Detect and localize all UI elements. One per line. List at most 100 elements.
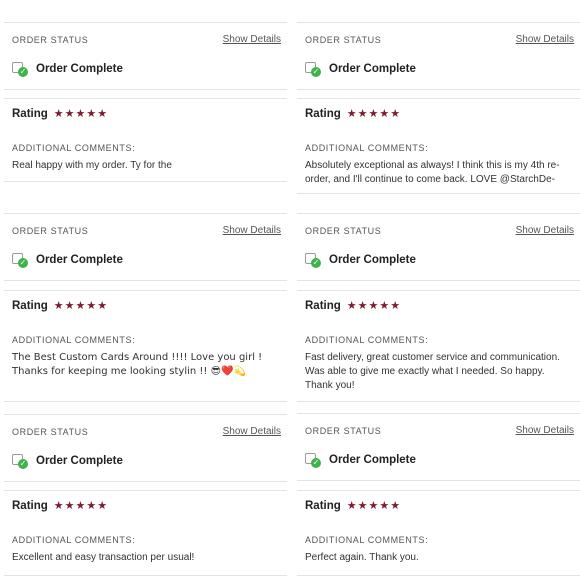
order-status-card: ORDER STATUS Show Details ✓ Order Comple… — [297, 22, 580, 90]
star-icon: ★ — [390, 499, 401, 512]
show-details-link[interactable]: Show Details — [516, 225, 574, 236]
star-icon: ★ — [97, 499, 108, 512]
star-rating: ★ ★ ★ ★ ★ — [53, 499, 108, 512]
show-details-link[interactable]: Show Details — [223, 34, 281, 45]
order-status-card: ORDER STATUS Show Details ✓ Order Comple… — [4, 414, 287, 482]
rating-row: Rating ★ ★ ★ ★ ★ — [305, 108, 401, 120]
order-status-text: Order Complete — [36, 63, 123, 75]
star-icon: ★ — [379, 107, 390, 120]
order-complete-check-icon: ✓ — [305, 61, 321, 77]
star-icon: ★ — [53, 499, 64, 512]
star-icon: ★ — [346, 299, 357, 312]
order-status-card: ORDER STATUS Show Details ✓ Order Comple… — [4, 213, 287, 281]
star-icon: ★ — [53, 107, 64, 120]
show-details-link[interactable]: Show Details — [516, 34, 574, 45]
right-column: ORDER STATUS Show Details ✓ Order Comple… — [297, 0, 580, 580]
star-icon: ★ — [64, 299, 75, 312]
order-status-label: ORDER STATUS — [305, 226, 382, 236]
rating-row: Rating ★ ★ ★ ★ ★ — [12, 300, 108, 312]
star-icon: ★ — [357, 107, 368, 120]
star-icon: ★ — [64, 499, 75, 512]
rating-row: Rating ★ ★ ★ ★ ★ — [305, 500, 401, 512]
rating-label: Rating — [305, 500, 341, 512]
rating-card: Rating ★ ★ ★ ★ ★ ADDITIONAL COMMENTS: The Be… — [4, 290, 287, 402]
star-icon: ★ — [368, 107, 379, 120]
order-status-label: ORDER STATUS — [12, 226, 89, 236]
star-icon: ★ — [346, 499, 357, 512]
order-status-card: ORDER STATUS Show Details ✓ Order Comple… — [297, 213, 580, 281]
star-icon: ★ — [86, 499, 97, 512]
order-status-label: ORDER STATUS — [12, 35, 89, 45]
comment-text: Absolutely exceptional as always! I thin… — [305, 160, 560, 185]
star-icon: ★ — [379, 299, 390, 312]
order-complete-check-icon: ✓ — [12, 453, 28, 469]
order-status-row: ✓ Order Complete — [12, 252, 123, 268]
star-icon: ★ — [86, 107, 97, 120]
star-rating: ★ ★ ★ ★ ★ — [346, 499, 401, 512]
star-icon: ★ — [390, 299, 401, 312]
order-complete-check-icon: ✓ — [305, 252, 321, 268]
star-rating: ★ ★ ★ ★ ★ — [346, 107, 401, 120]
rating-row: Rating ★ ★ ★ ★ ★ — [12, 108, 108, 120]
star-rating: ★ ★ ★ ★ ★ — [53, 107, 108, 120]
comment-text: Excellent and easy transaction per usual… — [12, 552, 195, 563]
star-icon: ★ — [97, 107, 108, 120]
star-rating: ★ ★ ★ ★ ★ — [346, 299, 401, 312]
rating-label: Rating — [305, 108, 341, 120]
show-details-link[interactable]: Show Details — [223, 426, 281, 437]
order-status-row: ✓ Order Complete — [12, 61, 123, 77]
rating-card: Rating ★ ★ ★ ★ ★ ADDITIONAL COMMENTS: Excell… — [4, 490, 287, 576]
order-complete-check-icon: ✓ — [12, 252, 28, 268]
order-status-row: ✓ Order Complete — [305, 252, 416, 268]
additional-comments-label: ADDITIONAL COMMENTS: — [12, 335, 136, 345]
rating-row: Rating ★ ★ ★ ★ ★ — [12, 500, 108, 512]
star-icon: ★ — [368, 299, 379, 312]
rating-row: Rating ★ ★ ★ ★ ★ — [305, 300, 401, 312]
order-status-label: ORDER STATUS — [305, 35, 382, 45]
order-status-row: ✓ Order Complete — [305, 61, 416, 77]
order-status-text: Order Complete — [36, 455, 123, 467]
star-icon: ★ — [86, 299, 97, 312]
order-complete-check-icon: ✓ — [305, 452, 321, 468]
additional-comments-label: ADDITIONAL COMMENTS: — [12, 143, 136, 153]
additional-comments-label: ADDITIONAL COMMENTS: — [305, 535, 429, 545]
rating-card: Rating ★ ★ ★ ★ ★ ADDITIONAL COMMENTS: Absolu… — [297, 98, 580, 194]
rating-label: Rating — [12, 300, 48, 312]
rating-card: Rating ★ ★ ★ ★ ★ ADDITIONAL COMMENTS: Fast d… — [297, 290, 580, 402]
order-status-text: Order Complete — [329, 63, 416, 75]
order-status-row: ✓ Order Complete — [12, 453, 123, 469]
additional-comments-label: ADDITIONAL COMMENTS: — [305, 335, 429, 345]
star-icon: ★ — [75, 107, 86, 120]
rating-label: Rating — [305, 300, 341, 312]
rating-label: Rating — [12, 108, 48, 120]
left-column: ORDER STATUS Show Details ✓ Order Comple… — [4, 0, 287, 580]
comment-text: Perfect again. Thank you. — [305, 552, 419, 563]
show-details-link[interactable]: Show Details — [516, 425, 574, 436]
order-status-text: Order Complete — [329, 454, 416, 466]
star-icon: ★ — [97, 299, 108, 312]
star-icon: ★ — [64, 107, 75, 120]
order-status-label: ORDER STATUS — [12, 427, 89, 437]
order-status-text: Order Complete — [36, 254, 123, 266]
order-status-label: ORDER STATUS — [305, 426, 382, 436]
star-rating: ★ ★ ★ ★ ★ — [53, 299, 108, 312]
order-complete-check-icon: ✓ — [12, 61, 28, 77]
rating-label: Rating — [12, 500, 48, 512]
star-icon: ★ — [346, 107, 357, 120]
rating-card: Rating ★ ★ ★ ★ ★ ADDITIONAL COMMENTS: Real h… — [4, 98, 287, 182]
star-icon: ★ — [357, 299, 368, 312]
order-status-text: Order Complete — [329, 254, 416, 266]
show-details-link[interactable]: Show Details — [223, 225, 281, 236]
star-icon: ★ — [75, 299, 86, 312]
star-icon: ★ — [357, 499, 368, 512]
comment-text: Real happy with my order. Ty for the — [12, 160, 172, 171]
star-icon: ★ — [390, 107, 401, 120]
comment-text: The Best Custom Cards Around !!!! Love y… — [12, 352, 263, 377]
star-icon: ★ — [53, 299, 64, 312]
comment-text: Fast delivery, great customer service an… — [305, 352, 560, 391]
star-icon: ★ — [75, 499, 86, 512]
additional-comments-label: ADDITIONAL COMMENTS: — [305, 143, 429, 153]
order-status-card: ORDER STATUS Show Details ✓ Order Comple… — [297, 413, 580, 481]
rating-card: Rating ★ ★ ★ ★ ★ ADDITIONAL COMMENTS: Perfec… — [297, 490, 580, 576]
star-icon: ★ — [379, 499, 390, 512]
